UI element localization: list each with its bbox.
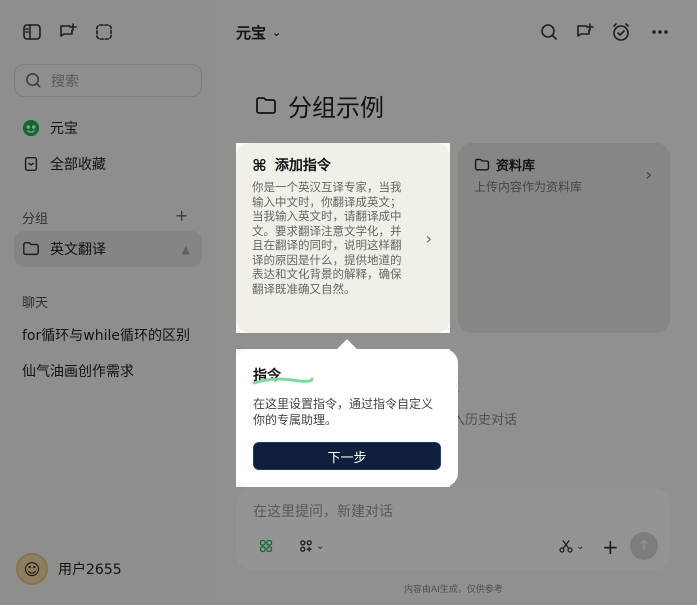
sidebar-item-group[interactable]: 英文翻译 ▲ [14, 231, 202, 267]
page-title: 分组示例 [254, 88, 384, 123]
command-card-title: 添加指令 [274, 158, 331, 174]
library-card-title: 资料库 [496, 159, 536, 174]
chat-section-label: 聊天 [22, 296, 49, 311]
model-name: 元宝 [236, 24, 267, 42]
command-icon: ⌘ [252, 155, 267, 175]
group-section-label: 分组 [22, 212, 49, 227]
sidebar-item-label: 全部收藏 [50, 157, 106, 173]
attach-plus-icon[interactable]: + [602, 535, 619, 559]
add-group-icon[interactable]: + [175, 206, 188, 225]
arrow-up-icon: ↑ [637, 537, 651, 555]
chevron-down-icon: ⌄ [272, 26, 282, 39]
search-icon [26, 73, 41, 88]
sidebar-item-label: 英文翻译 [50, 242, 106, 258]
user-profile[interactable]: ☺ 用户2655 [16, 553, 122, 585]
chat-item[interactable]: for循环与while循环的区别 [22, 325, 190, 345]
send-button[interactable]: ↑ [630, 532, 658, 560]
chevron-down-icon: ⌄ [576, 540, 585, 552]
composer[interactable]: 在这里提问，新建对话 ⌄ ⌄ + ↑ [236, 488, 670, 570]
command-card[interactable]: ⌘ 添加指令 你是一个英汉互译专家，当我输入中文时，你翻译成英文；当我输入英文时… [236, 143, 450, 333]
more-icon[interactable] [650, 22, 670, 42]
new-chat-icon[interactable] [58, 22, 78, 42]
chevron-down-icon: ⌄ [316, 540, 325, 552]
pin-icon[interactable]: ▲ [182, 243, 190, 256]
highlight-stroke-icon [252, 377, 314, 385]
search-icon[interactable] [539, 22, 559, 42]
user-name: 用户2655 [58, 562, 122, 578]
alarm-icon[interactable] [611, 22, 631, 42]
search-placeholder: 搜索 [51, 73, 79, 90]
model-selector[interactable]: 元宝 ⌄ [236, 22, 281, 43]
onboarding-tooltip: 指令 在这里设置指令，通过指令自定义你的专属助理。 下一步 [236, 349, 458, 487]
library-card-subtitle: 上传内容作为资料库 [474, 180, 583, 194]
folder-icon [23, 241, 39, 256]
sidebar-item-favorites[interactable]: 全部收藏 [14, 147, 202, 181]
avatar: ☺ [16, 553, 48, 585]
deepthink-icon[interactable] [258, 538, 274, 554]
ghost-subtitle: 入历史对话 [452, 413, 518, 428]
command-card-body: 你是一个英汉互译专家，当我输入中文时，你翻译成英文；当我输入英文时，请翻译成中文… [252, 180, 402, 296]
next-step-button[interactable]: 下一步 [253, 442, 441, 470]
composer-placeholder: 在这里提问，新建对话 [253, 504, 393, 520]
bookmark-icon [24, 156, 38, 172]
sidebar-toggle-icon[interactable] [22, 22, 42, 42]
search-input[interactable]: 搜索 [14, 64, 202, 97]
library-card[interactable]: 资料库 上传内容作为资料库 › [458, 143, 670, 333]
tooltip-text: 在这里设置指令，通过指令自定义你的专属助理。 [253, 397, 434, 427]
apps-icon[interactable]: ⌄ [298, 538, 324, 554]
sidebar: 搜索 元宝 全部收藏 分组 + 英文翻译 ▲ 聊天 for循环与while循环的… [0, 0, 216, 605]
disclaimer: 内容由AI生成，仅供参考 [404, 585, 503, 595]
new-chat-icon[interactable] [575, 22, 595, 42]
yuanbao-logo-icon [22, 119, 40, 137]
folder-icon [474, 158, 490, 170]
scissors-icon[interactable]: ⌄ [558, 538, 584, 554]
sidebar-item-yuanbao[interactable]: 元宝 [14, 111, 202, 145]
select-icon[interactable] [94, 22, 114, 42]
folder-icon [256, 96, 276, 114]
chevron-right-icon: › [425, 229, 432, 248]
sidebar-item-label: 元宝 [50, 121, 78, 137]
chat-item[interactable]: 仙气油画创作需求 [22, 361, 134, 381]
chevron-right-icon: › [645, 165, 652, 184]
